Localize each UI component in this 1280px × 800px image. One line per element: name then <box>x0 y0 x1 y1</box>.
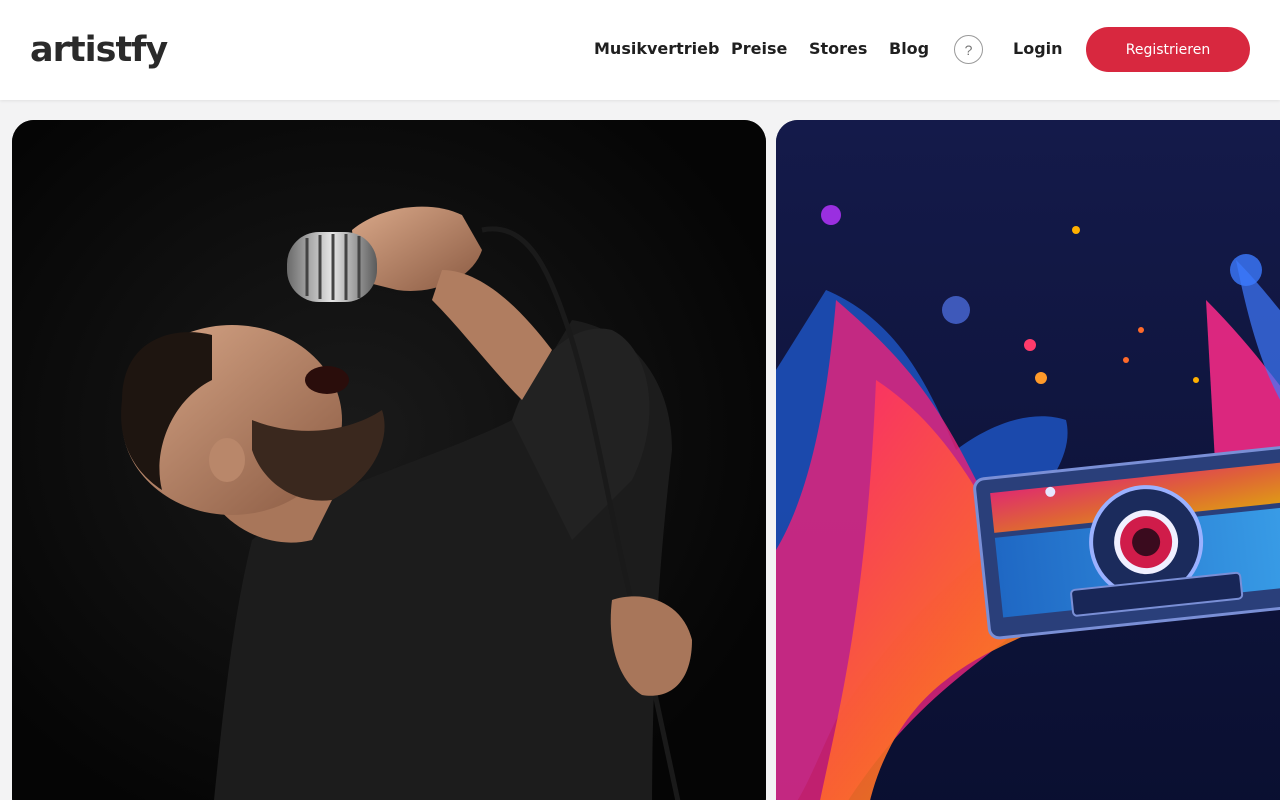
singer-image <box>12 120 766 800</box>
login-link[interactable]: Login <box>1013 38 1063 60</box>
hero-card-cassette[interactable] <box>776 120 1280 800</box>
site-header: artistfy Musikvertrieb Preise Stores Blo… <box>0 0 1280 100</box>
nav-link-preise[interactable]: Preise <box>731 38 787 60</box>
cassette-art-image <box>776 120 1280 800</box>
register-button[interactable]: Registrieren <box>1086 27 1250 72</box>
help-icon[interactable]: ? <box>954 35 983 64</box>
help-icon-glyph: ? <box>964 41 973 58</box>
main-nav: Musikvertrieb Preise Stores Blog ? Login… <box>0 0 1280 100</box>
nav-link-stores[interactable]: Stores <box>809 38 867 60</box>
hero-card-singer[interactable] <box>12 120 766 800</box>
nav-link-blog[interactable]: Blog <box>889 38 929 60</box>
nav-link-musikvertrieb[interactable]: Musikvertrieb <box>594 38 719 60</box>
